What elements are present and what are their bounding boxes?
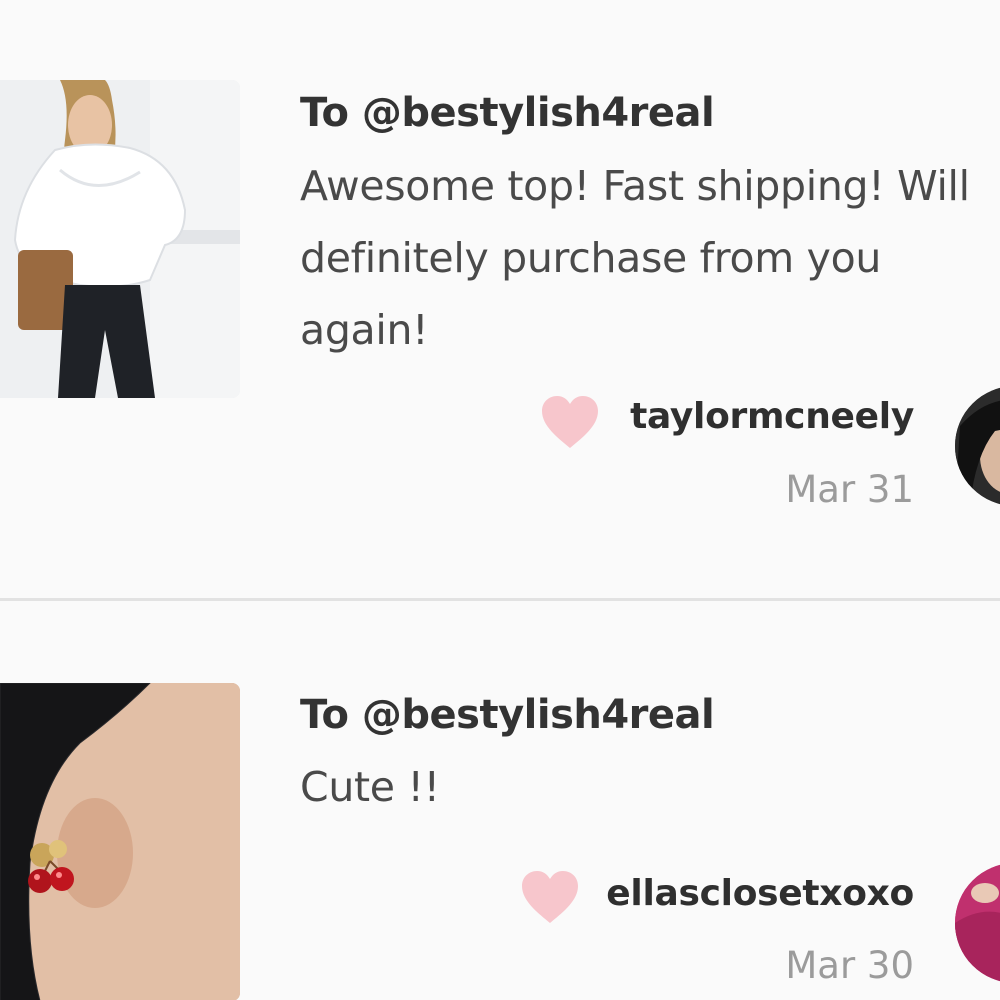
product-photo-top: [0, 80, 240, 398]
review-recipient[interactable]: To @bestylish4real: [300, 90, 715, 136]
product-image[interactable]: [0, 80, 240, 398]
review-feed: To @bestylish4real Awesome top! Fast shi…: [0, 0, 1000, 1000]
reviewer-username[interactable]: taylormcneely: [630, 396, 914, 437]
avatar-photo: [955, 386, 1000, 506]
heart-icon[interactable]: [540, 394, 600, 450]
product-photo-earrings: [0, 683, 240, 1000]
review-date: Mar 31: [785, 468, 914, 511]
reviewer-username[interactable]: ellasclosetxoxo: [606, 873, 914, 914]
review-item: To @bestylish4real Cute !! ellasclosetxo…: [0, 601, 1000, 1000]
product-image[interactable]: [0, 683, 240, 1000]
review-text: Awesome top! Fast shipping! Will definit…: [300, 162, 970, 354]
avatar[interactable]: [955, 863, 1000, 983]
avatar[interactable]: [955, 386, 1000, 506]
heart-icon[interactable]: [520, 869, 580, 925]
review-recipient[interactable]: To @bestylish4real: [300, 692, 715, 738]
avatar-photo: [955, 863, 1000, 983]
review-text: Cute !!: [300, 763, 440, 811]
review-date: Mar 30: [785, 944, 914, 987]
review-item: To @bestylish4real Awesome top! Fast shi…: [0, 0, 1000, 600]
